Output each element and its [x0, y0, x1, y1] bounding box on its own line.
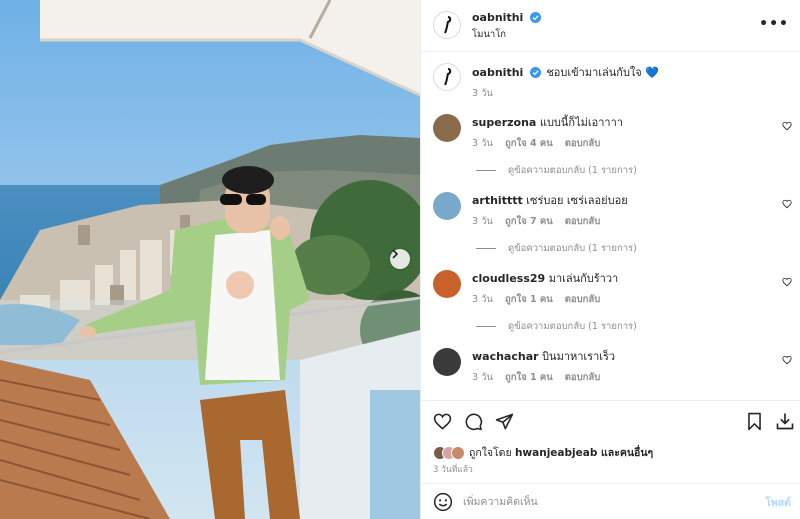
- view-replies-label: ดูข้อความตอบกลับ (1 รายการ): [508, 165, 637, 176]
- post-comment-button[interactable]: โพสต์: [765, 494, 791, 511]
- commenter-username[interactable]: wachachar: [472, 350, 539, 363]
- comment-likes[interactable]: ถูกใจ 1 คน: [505, 372, 553, 383]
- commenter-username[interactable]: arthitttt: [472, 194, 523, 207]
- comments-list[interactable]: oabnithi ชอบเข้ามาเล่นกับใจ 💙 3 วัน supe…: [421, 53, 800, 399]
- like-comment-heart-icon[interactable]: [782, 199, 792, 209]
- likes-others[interactable]: และคนอื่นๆ: [597, 444, 653, 461]
- comment-text: cloudless29 มาเล่นกับร้าวา: [472, 272, 618, 286]
- view-replies-button[interactable]: ดูข้อความตอบกลับ (1 รายการ): [476, 241, 637, 256]
- author-username[interactable]: oabnithi: [472, 11, 523, 24]
- like-comment-heart-icon[interactable]: [782, 277, 792, 287]
- chevron-right-icon: [392, 249, 399, 259]
- caption-text: oabnithi ชอบเข้ามาเล่นกับใจ 💙: [472, 66, 659, 80]
- comment-age: 3 วัน: [472, 138, 493, 149]
- comment-meta: 3 วัน ถูกใจ 7 คน ตอบกลับ: [472, 214, 609, 229]
- replies-divider: [476, 248, 496, 249]
- view-replies-label: ดูข้อความตอบกลับ (1 รายการ): [508, 321, 637, 332]
- comment-bubble-icon[interactable]: [464, 412, 483, 431]
- post-header: oabnithi โมนาโก •••: [421, 0, 800, 52]
- view-replies-label: ดูข้อความตอบกลับ (1 รายการ): [508, 243, 637, 254]
- reply-button[interactable]: ตอบกลับ: [565, 216, 601, 227]
- likes-summary: ถูกใจโดย hwanjeabjeab และคนอื่นๆ: [433, 444, 653, 461]
- liker-avatar[interactable]: [451, 445, 465, 460]
- comment-text: superzona แบบนี้ก็ไม่เอาาาา: [472, 116, 623, 130]
- comment-meta: 3 วัน ถูกใจ 4 คน ตอบกลับ: [472, 136, 609, 151]
- commenter-avatar[interactable]: [433, 270, 461, 298]
- replies-divider: [476, 170, 496, 171]
- like-comment-heart-icon[interactable]: [782, 121, 792, 131]
- post-date[interactable]: 3 วันที่แล้ว: [433, 462, 473, 476]
- verified-badge-icon: [529, 67, 541, 78]
- comment-age: 3 วัน: [472, 294, 493, 305]
- post-location[interactable]: โมนาโก: [472, 27, 506, 42]
- comment-likes[interactable]: ถูกใจ 7 คน: [505, 216, 553, 227]
- comment-text: wachachar บินมาหาเราเร็ว: [472, 350, 615, 364]
- post-actions: ถูกใจโดย hwanjeabjeab และคนอื่นๆ 3 วันที…: [421, 400, 800, 490]
- post-side-panel: oabnithi โมนาโก ••• oabnithi ชอบเข้ามาเล…: [420, 0, 800, 519]
- author-avatar[interactable]: [433, 11, 461, 39]
- next-image-button[interactable]: [390, 249, 410, 269]
- caption-username[interactable]: oabnithi: [472, 66, 523, 79]
- photo-scene: [0, 0, 420, 519]
- comment-body: เซร่บอย เซร่เลอย่บอย: [526, 194, 628, 207]
- comment-body: แบบนี้ก็ไม่เอาาาา: [539, 116, 623, 129]
- comment-likes[interactable]: ถูกใจ 4 คน: [505, 138, 553, 149]
- commenter-avatar[interactable]: [433, 114, 461, 142]
- comment-age: 3 วัน: [472, 216, 493, 227]
- view-replies-button[interactable]: ดูข้อความตอบกลับ (1 รายการ): [476, 163, 637, 178]
- like-heart-icon[interactable]: [433, 412, 452, 431]
- author-name-row: oabnithi: [472, 11, 541, 24]
- comment-body: บินมาหาเราเร็ว: [542, 350, 616, 363]
- likes-prefix: ถูกใจโดย: [469, 447, 515, 459]
- download-icon[interactable]: [775, 411, 795, 431]
- commenter-avatar[interactable]: [433, 348, 461, 376]
- liker-username[interactable]: hwanjeabjeab: [515, 447, 597, 459]
- comment-text: arthitttt เซร่บอย เซร่เลอย่บอย: [472, 194, 628, 208]
- more-options-button[interactable]: •••: [759, 16, 789, 32]
- author-logo-icon: [444, 68, 452, 86]
- view-replies-button[interactable]: ดูข้อความตอบกลับ (1 รายการ): [476, 319, 637, 334]
- liker-avatars: [433, 445, 465, 460]
- commenter-username[interactable]: cloudless29: [472, 272, 545, 285]
- comment-meta: 3 วัน ถูกใจ 1 คน ตอบกลับ: [472, 370, 609, 385]
- bookmark-save-icon[interactable]: [746, 412, 763, 431]
- caption-body: ชอบเข้ามาเล่นกับใจ 💙: [546, 66, 659, 79]
- verified-badge-icon: [529, 12, 541, 23]
- replies-divider: [476, 326, 496, 327]
- add-comment-bar: โพสต์: [421, 483, 800, 519]
- caption-age: 3 วัน: [472, 88, 493, 99]
- share-paper-plane-icon[interactable]: [495, 412, 514, 431]
- comment-input[interactable]: [463, 493, 743, 511]
- reply-button[interactable]: ตอบกลับ: [565, 294, 601, 305]
- comment-meta: 3 วัน ถูกใจ 1 คน ตอบกลับ: [472, 292, 609, 307]
- comment-age: 3 วัน: [472, 372, 493, 383]
- commenter-avatar[interactable]: [433, 192, 461, 220]
- commenter-username[interactable]: superzona: [472, 116, 536, 129]
- caption-avatar[interactable]: [433, 63, 461, 91]
- emoji-smiley-icon[interactable]: [433, 492, 453, 512]
- author-logo-icon: [444, 16, 452, 34]
- reply-button[interactable]: ตอบกลับ: [565, 372, 601, 383]
- like-comment-heart-icon[interactable]: [782, 355, 792, 365]
- comment-likes[interactable]: ถูกใจ 1 คน: [505, 294, 553, 305]
- reply-button[interactable]: ตอบกลับ: [565, 138, 601, 149]
- comment-body: มาเล่นกับร้าวา: [548, 272, 619, 285]
- post-photo[interactable]: [0, 0, 420, 519]
